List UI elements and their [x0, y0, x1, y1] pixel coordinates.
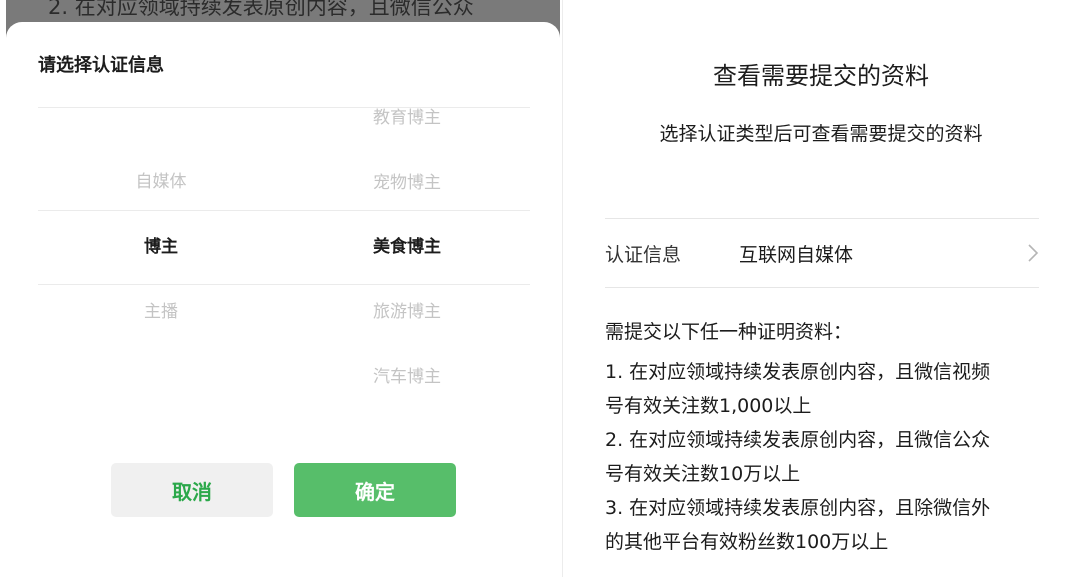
picker-item[interactable]: 教育博主: [284, 106, 530, 130]
requirement-item: 2. 在对应领域持续发表原创内容，且微信公众 号有效关注数10万以上: [605, 429, 991, 485]
picker-item-selected[interactable]: 美食博主: [284, 235, 530, 259]
picker-item[interactable]: 主播: [38, 300, 284, 324]
chevron-right-icon: [1028, 244, 1039, 262]
requirement-item: 3. 在对应领域持续发表原创内容，且除微信外 的其他平台有效粉丝数100万以上: [605, 497, 991, 553]
page-subtitle: 选择认证类型后可查看需要提交的资料: [659, 123, 983, 145]
cert-info-label: 认证信息: [605, 244, 682, 266]
picker-item[interactable]: 旅游博主: [284, 300, 530, 324]
right-screen: 查看需要提交的资料 选择认证类型后可查看需要提交的资料 认证信息 互联网自媒体 …: [562, 0, 1079, 577]
cancel-button[interactable]: 取消: [111, 463, 273, 517]
cert-info-value: 互联网自媒体: [739, 244, 854, 266]
requirements-list: 1. 在对应领域持续发表原创内容，且微信视频 号有效关注数1,000以上 2. …: [605, 355, 1045, 559]
picker-item[interactable]: 汽车博主: [284, 365, 530, 389]
certification-info-row[interactable]: 认证信息 互联网自媒体: [605, 219, 1039, 287]
divider: [605, 287, 1039, 288]
background-page-text: 2. 在对应领域持续发表原创内容，且微信公众: [48, 0, 474, 19]
page-title: 查看需要提交的资料: [713, 62, 929, 90]
requirements-heading: 需提交以下任一种证明资料：: [605, 321, 853, 343]
picker-item[interactable]: 宠物博主: [284, 171, 530, 195]
selection-sheet: 请选择认证信息 自媒体 博主 主播 教育博主 宠物博主 美食博主 旅游博主 汽车…: [6, 22, 560, 577]
requirement-item: 1. 在对应领域持续发表原创内容，且微信视频 号有效关注数1,000以上: [605, 361, 991, 417]
left-screen: 2. 在对应领域持续发表原创内容，且微信公众 请选择认证信息 自媒体 博主 主播…: [6, 0, 560, 577]
confirm-button[interactable]: 确定: [294, 463, 456, 517]
picker-item[interactable]: 自媒体: [38, 170, 284, 194]
picker-item-selected[interactable]: 博主: [38, 235, 284, 259]
